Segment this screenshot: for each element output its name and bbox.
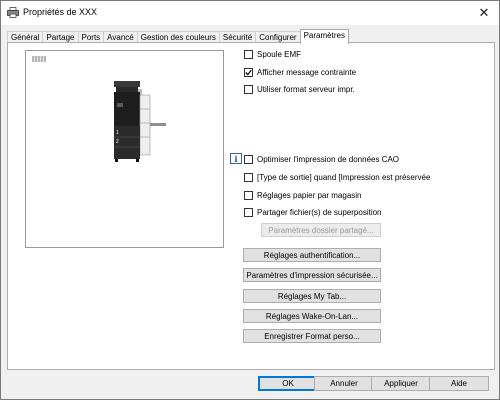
- option-spool-emf[interactable]: Spoule EMF: [244, 48, 301, 60]
- share-overlay-label: Partager fichier(s) de superposition: [257, 207, 382, 217]
- checkmark-icon: [245, 69, 252, 76]
- ok-button[interactable]: OK: [258, 376, 318, 391]
- apply-button[interactable]: Appliquer: [371, 376, 431, 391]
- title-bar: Propriétés de XXX ✕: [1, 1, 499, 25]
- show-constraint-checkbox[interactable]: [244, 67, 253, 77]
- tab-settings[interactable]: Paramètres: [299, 29, 349, 44]
- tray-1-label: 1: [116, 130, 119, 136]
- secure-print-settings-button[interactable]: Paramètres d'impression sécurisée...: [243, 268, 381, 282]
- server-format-label: Utiliser format serveur impr.: [257, 84, 355, 94]
- spool-emf-label: Spoule EMF: [257, 49, 302, 59]
- shared-folder-settings-button[interactable]: Paramètres dossier partagé...: [261, 223, 381, 237]
- spool-emf-checkbox[interactable]: [244, 49, 253, 59]
- info-icon[interactable]: i: [230, 153, 242, 164]
- server-format-checkbox[interactable]: [244, 84, 253, 94]
- optimize-cad-label: Optimiser l'impression de données CAO: [257, 154, 400, 164]
- option-show-constraint[interactable]: Afficher message contrainte: [244, 66, 356, 78]
- option-optimize-cad[interactable]: Optimiser l'impression de données CAO: [244, 153, 399, 165]
- close-button[interactable]: ✕: [469, 1, 499, 25]
- option-server-format[interactable]: Utiliser format serveur impr.: [244, 83, 355, 95]
- help-button[interactable]: Aide: [429, 376, 489, 391]
- option-paper-per-tray[interactable]: Réglages papier par magasin: [244, 189, 362, 201]
- properties-dialog: Propriétés de XXX ✕ Général Partage Port…: [0, 0, 500, 400]
- show-constraint-label: Afficher message contrainte: [257, 67, 357, 77]
- option-output-type[interactable]: [Type de sortie] quand [Impression est p…: [244, 171, 430, 183]
- authentication-settings-button[interactable]: Réglages authentification...: [243, 248, 381, 262]
- option-share-overlay[interactable]: Partager fichier(s) de superposition: [244, 206, 382, 218]
- paper-per-tray-checkbox[interactable]: [244, 190, 253, 200]
- window-title: Propriétés de XXX: [23, 7, 98, 17]
- tray-2-label: 2: [116, 139, 119, 145]
- printer-illustration: 1 2: [114, 81, 166, 162]
- my-tab-settings-button[interactable]: Réglages My Tab...: [243, 289, 381, 303]
- close-icon: ✕: [478, 5, 490, 20]
- cancel-button[interactable]: Annuler: [314, 376, 374, 391]
- share-overlay-checkbox[interactable]: [244, 207, 253, 217]
- wake-on-lan-settings-button[interactable]: Réglages Wake-On-Lan...: [243, 309, 381, 323]
- save-custom-format-button[interactable]: Enregistrer Format perso...: [243, 329, 381, 343]
- output-type-label: [Type de sortie] quand [Impression est p…: [257, 172, 431, 182]
- printer-preview: 1 2: [25, 50, 224, 248]
- optimize-cad-checkbox[interactable]: [244, 154, 253, 164]
- output-type-checkbox[interactable]: [244, 172, 253, 182]
- settings-panel: 1 2 Spoule EMF Afficher message contrain…: [7, 42, 495, 370]
- tab-strip: Général Partage Ports Avancé Gestion des…: [7, 29, 349, 44]
- printer-icon: [7, 7, 19, 18]
- preview-model-label: [32, 56, 46, 62]
- paper-per-tray-label: Réglages papier par magasin: [257, 190, 362, 200]
